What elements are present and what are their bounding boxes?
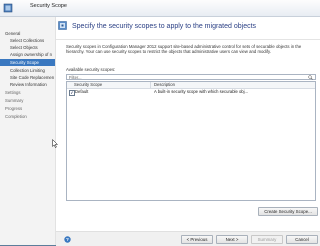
wizard-footer: ? < Previous Next > Summary Cancel <box>56 231 320 246</box>
column-header-description[interactable]: Description <box>154 82 175 88</box>
previous-button[interactable]: < Previous <box>181 235 213 244</box>
page-header: Specify the security scopes to apply to … <box>56 17 320 40</box>
nav-site-code-replacement[interactable]: Site Code Replacement <box>10 74 54 81</box>
nav-select-objects[interactable]: Select Objects <box>10 44 54 51</box>
filter-input[interactable]: Filter... <box>66 74 316 80</box>
svg-text:?: ? <box>66 237 69 243</box>
security-scope-icon <box>58 21 67 30</box>
nav-collection-limiting[interactable]: Collection Limiting <box>10 67 54 74</box>
create-security-scope-button[interactable]: Create Security Scope... <box>258 207 318 216</box>
app-icon <box>3 3 13 13</box>
page-title: Specify the security scopes to apply to … <box>72 23 257 30</box>
nav-security-scope[interactable]: Security Scope <box>0 59 55 66</box>
nav-completion[interactable]: Completion <box>5 113 53 120</box>
nav-select-collections[interactable]: Select Collections <box>10 37 54 44</box>
window-title: Security Scope <box>30 3 67 9</box>
table-row[interactable]: ✓ Default A built-in security scope with… <box>67 89 315 96</box>
title-bar: Security Scope <box>0 0 320 17</box>
available-scopes-label: Available security scopes: <box>66 67 116 72</box>
nav-review-information[interactable]: Review Information <box>10 81 54 88</box>
nav-general[interactable]: General <box>5 30 53 37</box>
wizard-nav: General Select Collections Select Object… <box>0 17 56 245</box>
summary-button[interactable]: Summary <box>251 235 283 244</box>
nav-assign-ownership[interactable]: Assign ownership of n <box>10 51 54 58</box>
search-icon[interactable] <box>308 75 313 80</box>
security-scopes-table: Security Scope Description ✓ Default A b… <box>66 81 316 201</box>
filter-placeholder: Filter... <box>69 75 82 80</box>
next-button[interactable]: Next > <box>216 235 248 244</box>
row-description: A built-in security scope with which sec… <box>154 89 249 94</box>
mouse-pointer-icon <box>52 139 58 148</box>
row-scope-name: Default <box>75 89 89 94</box>
table-header: Security Scope Description <box>67 82 315 89</box>
nav-summary[interactable]: Summary <box>5 97 53 104</box>
column-header-security-scope[interactable]: Security Scope <box>74 82 102 88</box>
cancel-button[interactable]: Cancel <box>286 235 318 244</box>
help-icon[interactable]: ? <box>64 236 71 243</box>
page-description: Security scopes in Configuration Manager… <box>66 44 302 55</box>
nav-settings[interactable]: Settings <box>5 89 53 96</box>
wizard-window: Security Scope General Select Collection… <box>0 0 320 246</box>
nav-progress[interactable]: Progress <box>5 105 53 112</box>
wizard-content: Specify the security scopes to apply to … <box>56 17 320 245</box>
column-divider[interactable] <box>150 82 151 88</box>
